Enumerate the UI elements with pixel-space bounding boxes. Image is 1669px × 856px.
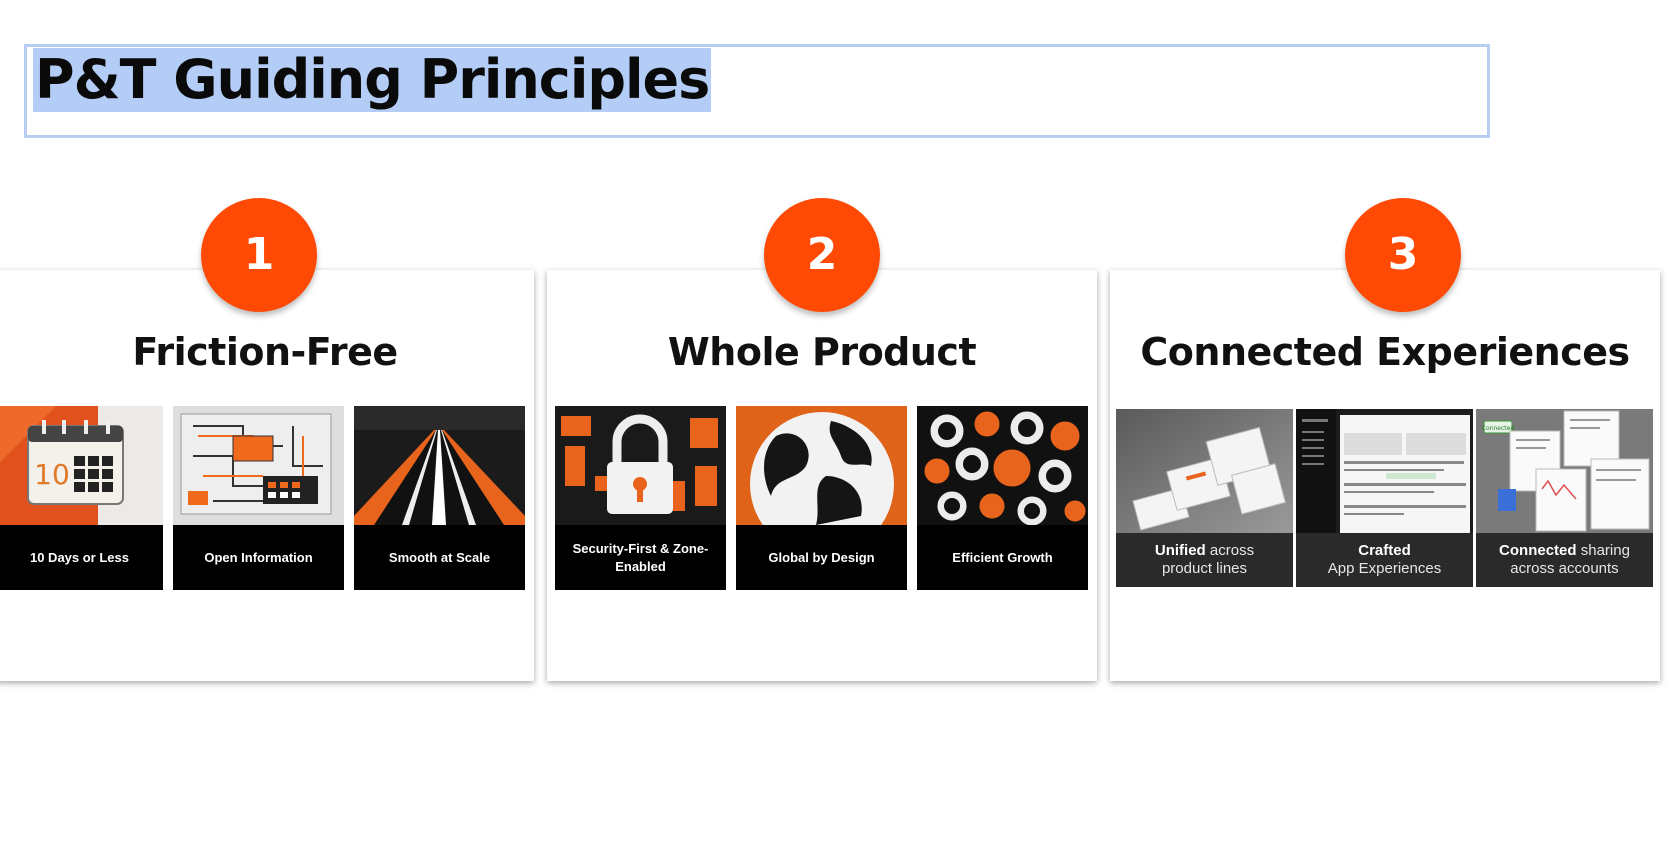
stacked-screens-icon (1116, 409, 1293, 533)
tile-10-days-or-less[interactable]: 10 10 Days or Less (0, 406, 163, 590)
calendar-icon: 10 (0, 406, 163, 525)
principle-number-badge-1: 1 (201, 198, 317, 312)
principle-number-badge-2: 2 (764, 198, 880, 312)
principle-heading: Friction-Free (132, 330, 398, 374)
caption-line-2: across accounts (1510, 560, 1619, 577)
principle-card-whole-product: Whole Product Security-First & Zone-Enab… (547, 270, 1097, 681)
tile-security-first[interactable]: Security-First & Zone-Enabled (555, 406, 726, 590)
tile-caption: Unified across product lines (1116, 533, 1293, 587)
calendar-day-number: 10 (34, 458, 70, 491)
caption-bold: Connected (1499, 542, 1577, 559)
circuit-board-icon (173, 406, 344, 525)
tile-caption: Smooth at Scale (388, 549, 491, 565)
principle-heading: Connected Experiences (1140, 330, 1630, 374)
principle-card-friction-free: Friction-Free 10 10 Days or Less Open In… (0, 270, 534, 681)
caption-line-2: product lines (1161, 560, 1248, 577)
caption-rest: sharing (1576, 542, 1630, 559)
principle-card-connected-experiences: Connected Experiences Unified across prod… (1110, 270, 1660, 681)
app-screenshot-icon (1296, 409, 1473, 533)
highway-icon (354, 406, 525, 525)
caption-bold: Unified (1154, 542, 1206, 559)
principle-number-badge-3: 3 (1345, 198, 1461, 312)
caption-line-2: App Experiences (1327, 560, 1442, 577)
principle-heading: Whole Product (667, 330, 977, 374)
tile-connected[interactable]: Connected Connected sharing across accoun… (1476, 409, 1653, 587)
globe-icon (736, 406, 907, 525)
circles-pattern-icon (917, 406, 1088, 525)
caption-rest: across (1205, 542, 1255, 559)
caption-bold: Crafted (1358, 542, 1411, 559)
tile-caption: Efficient Growth (952, 549, 1053, 565)
tile-caption: Security-First & Zone-Enabled (572, 540, 709, 574)
tile-caption: 10 Days or Less (29, 549, 129, 565)
padlock-icon (555, 406, 726, 525)
tile-caption: Crafted App Experiences (1296, 533, 1473, 587)
tile-smooth-at-scale[interactable]: Smooth at Scale (354, 406, 525, 590)
tile-global-by-design[interactable]: Global by Design (736, 406, 907, 590)
tile-crafted[interactable]: Crafted App Experiences (1296, 409, 1473, 587)
shared-documents-icon: Connected (1476, 409, 1653, 533)
tile-unified[interactable]: Unified across product lines (1116, 409, 1293, 587)
tile-caption: Global by Design (768, 549, 875, 565)
tile-caption: Connected sharing across accounts (1476, 533, 1653, 587)
connected-chip: Connected (1482, 425, 1515, 432)
page-title[interactable]: P&T Guiding Principles (33, 48, 712, 112)
tile-open-information[interactable]: Open Information (173, 406, 344, 590)
tile-efficient-growth[interactable]: Efficient Growth (917, 406, 1088, 590)
tile-caption: Open Information (204, 549, 313, 565)
